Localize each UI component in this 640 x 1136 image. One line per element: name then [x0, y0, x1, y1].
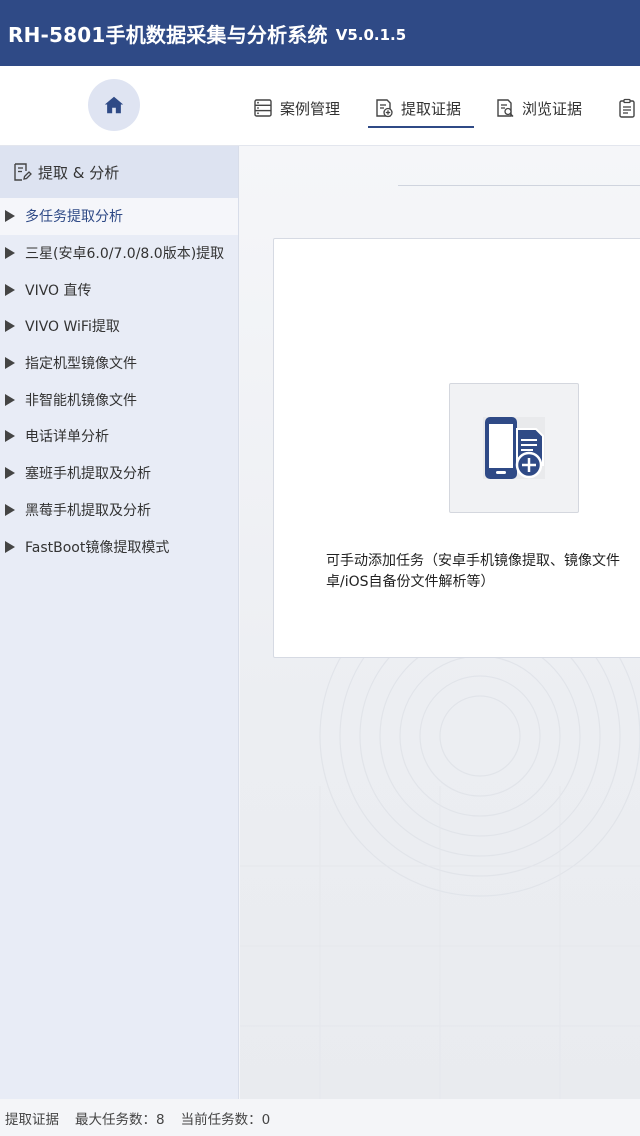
case-list-icon: [253, 98, 273, 118]
triangle-right-icon: [5, 357, 15, 370]
home-button[interactable]: [88, 79, 140, 131]
triangle-right-icon: [5, 503, 15, 516]
sidebar-header: 提取 & 分析: [0, 146, 238, 198]
clipboard-icon: [617, 98, 637, 118]
triangle-right-icon: [5, 467, 15, 480]
app-title: RH-5801手机数据采集与分析系统: [8, 22, 328, 47]
description-line-1: 可手动添加任务（安卓手机镜像提取、镜像文件: [326, 553, 620, 569]
task-card: 可手动添加任务（安卓手机镜像提取、镜像文件 卓/iOS自备份文件解析等）: [273, 238, 640, 658]
sidebar-item-call-records[interactable]: 电话详单分析: [0, 418, 238, 455]
status-max-tasks: 最大任务数：8: [75, 1111, 165, 1128]
sidebar-item-label: 电话详单分析: [25, 429, 109, 446]
tab-case-management-label: 案例管理: [280, 99, 341, 118]
status-bar: 提取证据 最大任务数：8 当前任务数：0: [0, 1099, 640, 1136]
triangle-right-icon: [5, 320, 15, 333]
sidebar-item-label: VIVO WiFi提取: [25, 319, 120, 336]
active-tab-indicator: [368, 126, 474, 128]
sidebar-item-label: FastBoot镜像提取模式: [25, 539, 170, 556]
sidebar-item-label: 塞班手机提取及分析: [25, 466, 151, 483]
triangle-right-icon: [5, 430, 15, 443]
main-panel: 可手动添加任务（安卓手机镜像提取、镜像文件 卓/iOS自备份文件解析等）: [240, 146, 640, 1099]
sidebar-item-multi-task[interactable]: 多任务提取分析: [0, 198, 238, 235]
add-task-description: 可手动添加任务（安卓手机镜像提取、镜像文件 卓/iOS自备份文件解析等）: [326, 551, 640, 593]
phone-add-document-icon: [483, 417, 545, 479]
triangle-right-icon: [5, 210, 15, 223]
sidebar-item-label: 三星(安卓6.0/7.0/8.0版本)提取: [25, 246, 225, 263]
sidebar-header-label: 提取 & 分析: [38, 163, 120, 182]
sidebar-item-label: VIVO 直传: [25, 282, 92, 299]
add-task-button[interactable]: [449, 383, 579, 513]
tab-browse-evidence[interactable]: 浏览证据: [495, 90, 582, 126]
sidebar-item-feature-phone[interactable]: 非智能机镜像文件: [0, 381, 238, 418]
sidebar-item-symbian[interactable]: 塞班手机提取及分析: [0, 455, 238, 492]
triangle-right-icon: [5, 393, 15, 406]
triangle-right-icon: [5, 247, 15, 260]
edit-document-icon: [12, 162, 32, 182]
tab-extract-evidence-label: 提取证据: [401, 99, 462, 118]
app-version: V5.0.1.5: [335, 25, 407, 44]
tab-report[interactable]: [617, 90, 640, 126]
sidebar: 提取 & 分析 多任务提取分析 三星(安卓6.0/7.0/8.0版本)提取 VI…: [0, 146, 239, 1099]
tab-browse-evidence-label: 浏览证据: [522, 99, 583, 118]
sidebar-item-label: 多任务提取分析: [25, 209, 123, 226]
home-icon: [104, 96, 124, 114]
triangle-right-icon: [5, 540, 15, 553]
title-bar: RH-5801手机数据采集与分析系统 V5.0.1.5: [0, 0, 640, 66]
sidebar-list: 多任务提取分析 三星(安卓6.0/7.0/8.0版本)提取 VIVO 直传 VI…: [0, 198, 238, 565]
tab-case-management[interactable]: 案例管理: [253, 90, 340, 126]
sidebar-item-fastboot[interactable]: FastBoot镜像提取模式: [0, 528, 238, 565]
extract-evidence-icon: [374, 98, 394, 118]
sidebar-item-model-image[interactable]: 指定机型镜像文件: [0, 345, 238, 382]
sidebar-item-blackberry[interactable]: 黑莓手机提取及分析: [0, 492, 238, 529]
divider: [398, 185, 640, 186]
top-navigation: 案例管理 提取证据 浏览证据: [0, 66, 640, 146]
status-mode: 提取证据: [5, 1111, 59, 1128]
description-line-2: 卓/iOS自备份文件解析等）: [326, 574, 495, 590]
tab-extract-evidence[interactable]: 提取证据: [374, 90, 461, 126]
triangle-right-icon: [5, 283, 15, 296]
sidebar-item-label: 指定机型镜像文件: [25, 356, 137, 373]
sidebar-item-label: 非智能机镜像文件: [25, 392, 137, 409]
sidebar-item-label: 黑莓手机提取及分析: [25, 502, 151, 519]
sidebar-item-vivo-direct[interactable]: VIVO 直传: [0, 271, 238, 308]
sidebar-item-vivo-wifi[interactable]: VIVO WiFi提取: [0, 308, 238, 345]
browse-evidence-icon: [495, 98, 515, 118]
sidebar-item-samsung[interactable]: 三星(安卓6.0/7.0/8.0版本)提取: [0, 235, 238, 272]
status-current-tasks: 当前任务数：0: [180, 1111, 271, 1128]
